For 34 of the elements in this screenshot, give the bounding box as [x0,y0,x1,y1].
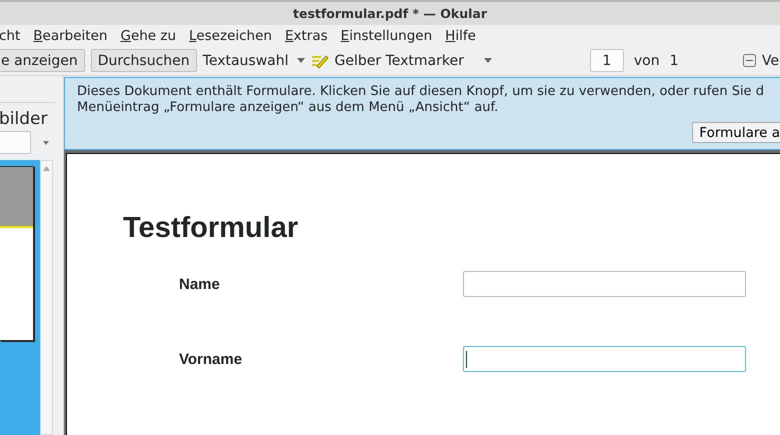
caret-icon[interactable] [484,58,492,63]
page-thumbnail[interactable] [0,166,34,341]
input-field[interactable] [463,346,746,372]
field-label: Name [178,276,221,292]
banner-text: Menüeintrag „Formulare anzeigen“ aus dem Menü „Ansicht“ auf. [77,100,500,116]
field-label: Vorname [178,350,244,368]
menu-item[interactable]: Extras [284,28,336,44]
text-selection-tool[interactable]: Textauswahl [202,52,289,68]
scrollbar[interactable] [40,160,53,435]
banner-text: Dieses Dokument enthält Formulare. Klicken Sie auf diesen Knopf, um sie zu verwenden, oder rufen Sie d [77,84,765,100]
menu-item[interactable]: cht [0,28,28,44]
filter-field[interactable] [0,131,31,154]
panel-title: bilder [0,109,48,129]
caret-icon[interactable] [43,140,49,144]
menu-item[interactable]: Lesezeichen [189,28,280,44]
highlighter-icon [310,52,329,68]
window-title: testformular.pdf * — Okular [293,6,487,21]
caret-icon[interactable] [296,58,305,63]
menu-item[interactable]: Gehe zu [120,28,184,44]
scroll-up-icon[interactable] [43,166,50,171]
document-heading: Testformular [123,212,300,245]
menu-item[interactable]: Bearbeiten [33,28,116,44]
view-mode-icon[interactable] [742,54,756,67]
view-mode-button[interactable]: Ve [762,52,779,68]
show-forms-button[interactable]: Formulare a [692,122,780,143]
menu-item[interactable]: Hilfe [445,28,484,44]
highlighter-tool[interactable]: Gelber Textmarker [334,52,464,68]
menu-item[interactable]: Einstellungen [340,28,440,44]
input-field[interactable] [463,271,746,297]
page-of-label: von [634,52,660,68]
toolbar-button[interactable]: e anzeigen [0,49,85,72]
page-number-field[interactable]: 1 [590,49,624,72]
toolbar-button[interactable]: Durchsuchen [90,49,197,72]
page-count: 1 [670,52,678,68]
